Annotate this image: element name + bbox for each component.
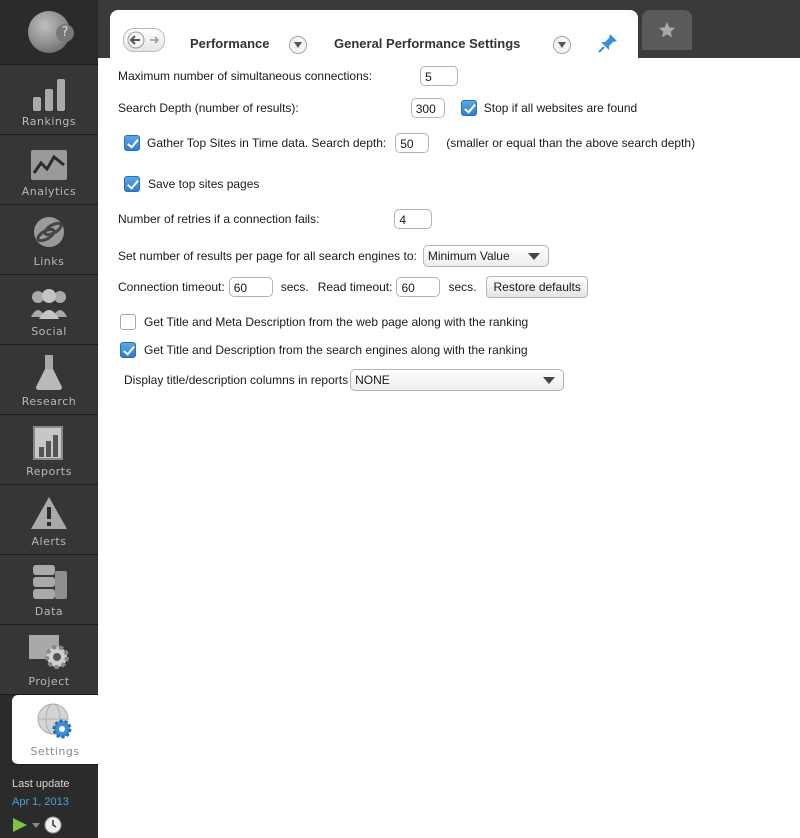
sidebar-item-rankings[interactable]: Rankings (0, 65, 98, 135)
desc-from-engines-checkbox[interactable] (120, 342, 136, 358)
top-bar: Performance General Performance Settings (98, 0, 800, 58)
chevron-down-icon[interactable] (32, 821, 40, 829)
forward-arrow-icon[interactable] (148, 34, 160, 46)
clock-icon[interactable] (44, 816, 62, 834)
database-icon (33, 565, 67, 599)
save-top-pages-label: Save top sites pages (148, 177, 260, 191)
sidebar-item-social[interactable]: Social (0, 275, 98, 345)
globe-link-icon (34, 217, 64, 247)
analytics-chart-icon (31, 150, 67, 180)
tab-favorites[interactable] (642, 10, 692, 50)
breadcrumb-section[interactable]: Performance (190, 36, 269, 51)
sidebar-item-label: Links (33, 255, 65, 268)
settings-globe-icon (37, 703, 72, 739)
save-top-pages-checkbox[interactable] (124, 176, 140, 192)
read-timeout-unit: secs. (448, 280, 477, 294)
read-timeout-input[interactable]: 60 (396, 277, 441, 297)
app-logo[interactable]: ? (0, 0, 98, 65)
stop-if-found-label: Stop if all websites are found (483, 101, 638, 115)
last-update-label: Last update (12, 778, 70, 790)
sidebar-item-project[interactable]: Project (0, 625, 98, 695)
sidebar-item-label: Alerts (31, 535, 67, 548)
search-depth-label: Search Depth (number of results): (118, 101, 299, 115)
gather-depth-input[interactable]: 50 (395, 133, 430, 153)
meta-from-page-checkbox[interactable] (120, 314, 136, 330)
sidebar-item-label: Analytics (21, 185, 77, 198)
chevron-down-icon (294, 42, 302, 48)
section-dropdown-button[interactable] (289, 36, 307, 54)
tab-general-performance[interactable]: Performance General Performance Settings (110, 10, 638, 58)
meta-from-page-label: Get Title and Meta Description from the … (144, 315, 529, 329)
last-update-date: Apr 1, 2013 (12, 796, 69, 808)
pin-icon[interactable] (597, 32, 619, 54)
results-per-page-select[interactable]: Minimum Value (422, 245, 549, 267)
search-depth-input[interactable]: 300 (410, 98, 445, 118)
history-nav-button[interactable] (123, 28, 165, 52)
display-columns-label: Display title/description columns in rep… (124, 373, 349, 387)
sidebar-item-links[interactable]: Links (0, 205, 98, 275)
display-columns-select[interactable]: NONE (350, 369, 565, 391)
page-dropdown-button[interactable] (553, 36, 571, 54)
sidebar-item-data[interactable]: Data (0, 555, 98, 625)
connection-timeout-unit: secs. (280, 280, 309, 294)
back-arrow-icon[interactable] (127, 31, 145, 49)
sidebar: ? Rankings Analytics Links Social Resear… (0, 0, 98, 838)
chevron-down-icon (558, 42, 566, 48)
sidebar-item-research[interactable]: Research (0, 345, 98, 415)
play-icon[interactable] (12, 817, 28, 833)
bar-chart-icon (33, 79, 65, 111)
project-gear-icon (29, 635, 69, 669)
chevron-down-icon (527, 252, 540, 260)
help-icon[interactable]: ? (56, 24, 74, 42)
flask-icon (36, 355, 62, 390)
sidebar-item-label: Project (28, 675, 70, 688)
max-connections-input[interactable]: 5 (420, 66, 459, 86)
read-timeout-label: Read timeout: (317, 280, 393, 294)
breadcrumb-page[interactable]: General Performance Settings (334, 36, 520, 51)
sidebar-item-label: Reports (26, 465, 72, 478)
sidebar-item-label: Rankings (21, 115, 77, 128)
sidebar-item-label: Data (34, 605, 64, 618)
gather-depth-hint: (smaller or equal than the above search … (446, 136, 696, 150)
sidebar-item-reports[interactable]: Reports (0, 415, 98, 485)
results-per-page-label: Set number of results per page for all s… (118, 249, 417, 263)
sidebar-item-label: Settings (30, 745, 80, 758)
sidebar-item-label: Social (31, 325, 67, 338)
retries-label: Number of retries if a connection fails: (118, 212, 320, 226)
sidebar-item-analytics[interactable]: Analytics (0, 135, 98, 205)
people-icon (31, 289, 67, 319)
settings-panel: Maximum number of simultaneous connectio… (98, 58, 800, 838)
connection-timeout-input[interactable]: 60 (228, 277, 273, 297)
desc-from-engines-label: Get Title and Description from the searc… (144, 343, 528, 357)
sidebar-item-settings[interactable]: Settings (12, 695, 98, 765)
max-connections-label: Maximum number of simultaneous connectio… (118, 69, 373, 83)
gather-top-sites-label: Gather Top Sites in Time data. Search de… (147, 136, 387, 150)
gather-top-sites-checkbox[interactable] (124, 135, 140, 151)
chevron-down-icon (543, 376, 556, 384)
star-icon (659, 22, 675, 38)
restore-defaults-button[interactable]: Restore defaults (486, 276, 588, 298)
sidebar-item-label: Research (21, 395, 77, 408)
stop-if-found-checkbox[interactable] (460, 100, 477, 116)
retries-input[interactable]: 4 (394, 209, 433, 229)
display-columns-value: NONE (355, 373, 390, 387)
sidebar-item-alerts[interactable]: Alerts (0, 485, 98, 555)
warning-icon (31, 497, 67, 529)
results-per-page-value: Minimum Value (427, 249, 510, 263)
last-update-panel: Last update Apr 1, 2013 (0, 778, 98, 834)
report-icon (33, 426, 63, 460)
connection-timeout-label: Connection timeout: (118, 280, 225, 294)
